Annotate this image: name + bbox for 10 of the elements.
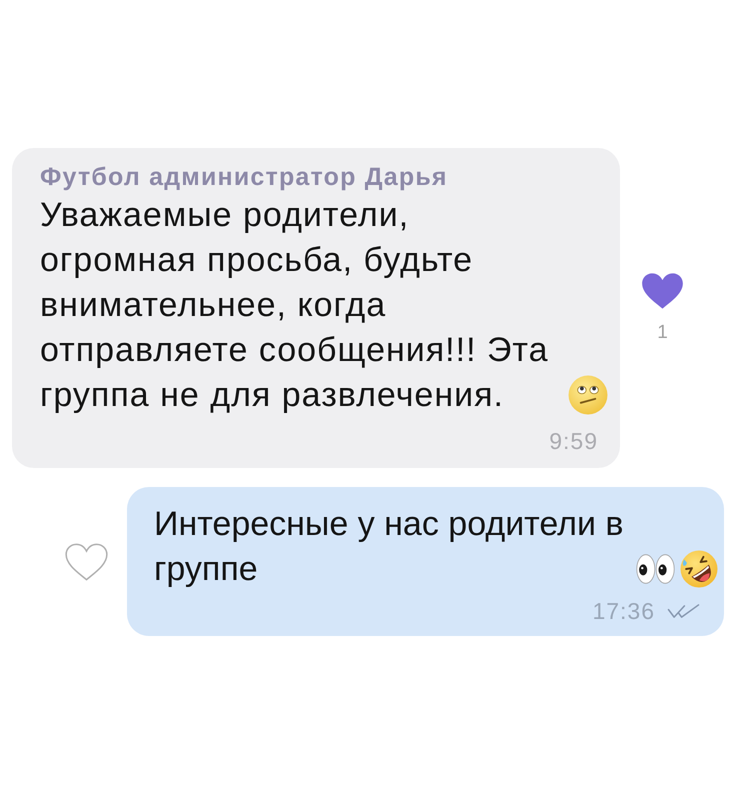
message-time: 17:36 (592, 598, 655, 624)
eyes-icon (636, 554, 675, 584)
message-time: 9:59 (549, 428, 598, 454)
like-count: 1 (657, 322, 668, 344)
message-text: Уважаемые родители, огромная просьба, будьте внимательнее, когда отправляете сообщения!!! Эта группа не для развлечения. (40, 195, 550, 416)
confused-face-icon (568, 375, 608, 415)
sender-name: Футбол администратор Дарья (40, 162, 448, 192)
message-text: Интересные у нас родители в группе (154, 504, 624, 590)
filled-heart-icon[interactable] (640, 272, 685, 310)
laughing-face-icon (680, 550, 718, 588)
